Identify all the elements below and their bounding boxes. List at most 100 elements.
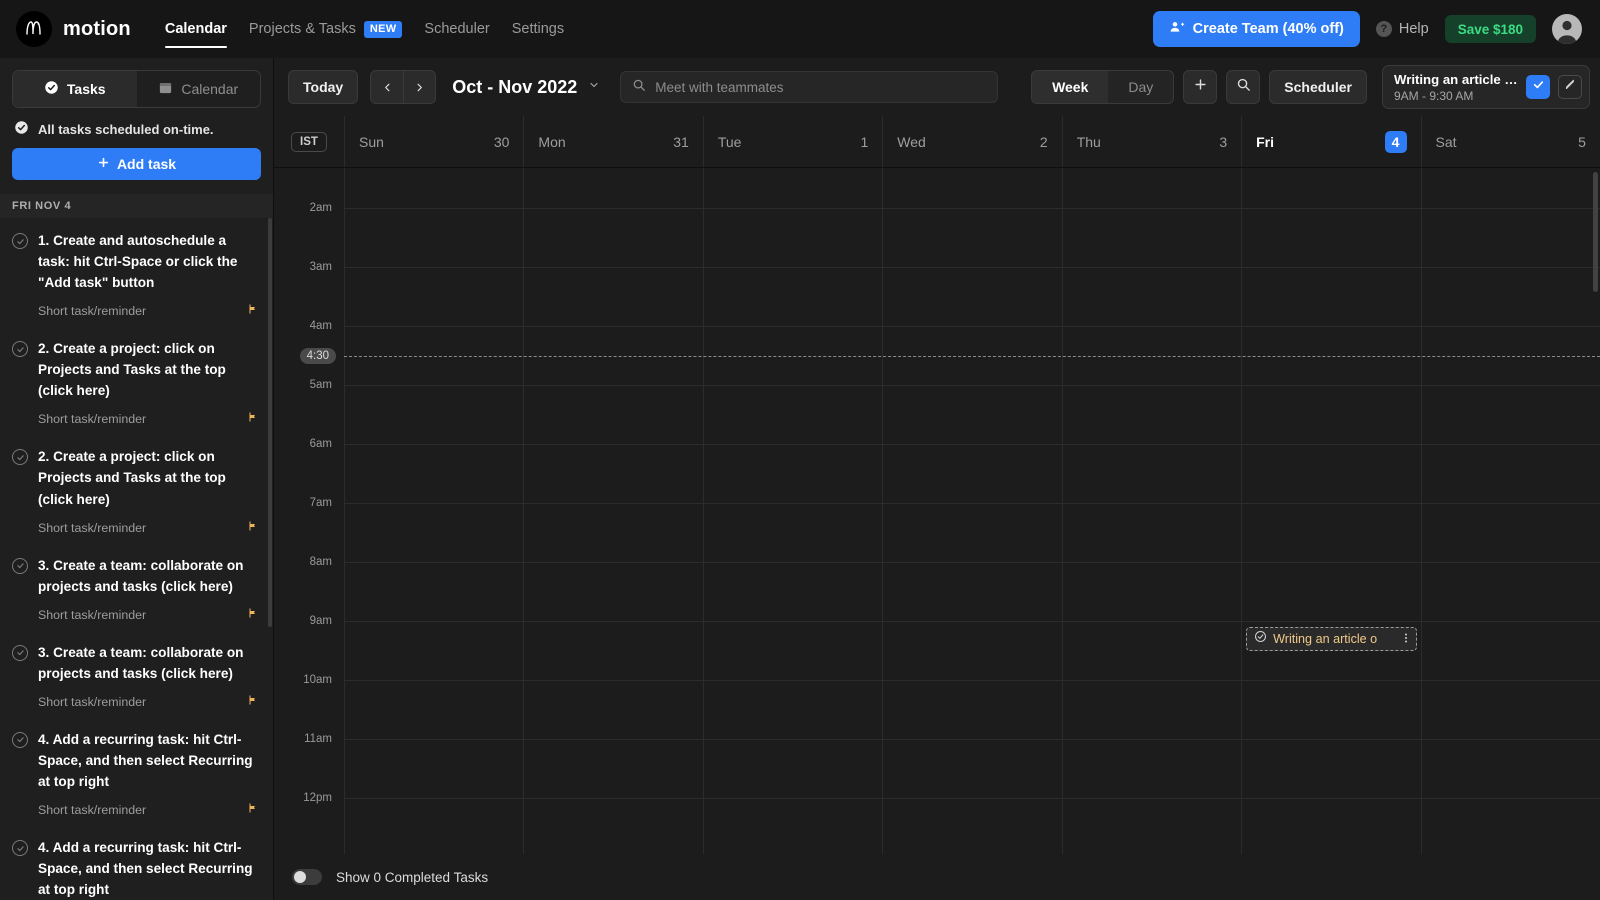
check-circle-icon[interactable] (1254, 630, 1267, 648)
chevron-right-icon[interactable] (403, 71, 435, 103)
kebab-menu-icon[interactable] (1400, 631, 1412, 647)
hour-gridline (345, 680, 524, 681)
day-column-sun[interactable] (344, 168, 524, 854)
hour-gridline (524, 798, 703, 799)
plus-icon (97, 156, 110, 172)
tasks-sidebar: Tasks Calendar All tasks scheduled on-ti… (0, 58, 274, 900)
complete-task-button[interactable] (1526, 75, 1550, 99)
hour-gridline (1062, 562, 1242, 563)
task-complete-checkbox[interactable] (12, 840, 28, 856)
nav-link-scheduler[interactable]: Scheduler (424, 0, 489, 58)
task-complete-checkbox[interactable] (12, 731, 28, 748)
active-task-card[interactable]: Writing an article o... 9AM - 9:30 AM (1382, 65, 1590, 109)
task-title: 4. Add a recurring task: hit Ctrl-Space,… (38, 840, 253, 898)
calendar-event[interactable]: Writing an article o (1246, 627, 1417, 651)
day-column-wed[interactable] (882, 168, 1062, 854)
calendar-search-button[interactable] (1226, 70, 1261, 104)
day-name: Thu (1076, 133, 1101, 150)
nav-link-calendar[interactable]: Calendar (164, 0, 227, 58)
view-day-button[interactable]: Day (1108, 71, 1173, 103)
sidebar-tab-tasks[interactable]: Tasks (13, 71, 137, 107)
scheduler-button[interactable]: Scheduler (1269, 70, 1367, 104)
today-button[interactable]: Today (288, 70, 359, 104)
hour-gridline (1242, 798, 1421, 799)
day-header-sun[interactable]: Sun 30 (344, 116, 523, 167)
sidebar-tab-calendar[interactable]: Calendar (137, 71, 261, 107)
task-list-item[interactable]: 2. Create a project: click on Projects a… (0, 434, 273, 542)
check-circle-filled-icon (14, 120, 29, 138)
calendar-scrollbar[interactable] (1593, 172, 1598, 292)
day-column-fri[interactable]: Writing an article o (1241, 168, 1421, 854)
timezone-pill[interactable]: IST (291, 131, 327, 152)
task-list-item[interactable]: 1. Create and autoschedule a task: hit C… (0, 218, 273, 326)
edit-task-button[interactable] (1558, 75, 1582, 99)
task-list-item[interactable]: 4. Add a recurring task: hit Ctrl-Space,… (0, 825, 273, 900)
user-avatar-icon[interactable] (1552, 14, 1582, 44)
hour-gridline (1242, 562, 1421, 563)
task-list-item[interactable]: 3. Create a team: collaborate on project… (0, 630, 273, 717)
search-input[interactable] (655, 79, 987, 95)
hour-gridline (1242, 444, 1421, 445)
calendar-grid[interactable]: Writing an article o (344, 168, 1600, 854)
view-week-button[interactable]: Week (1032, 71, 1109, 103)
task-title: 3. Create a team: collaborate on project… (38, 557, 244, 594)
hour-gridline (703, 739, 883, 740)
task-list-item[interactable]: 3. Create a team: collaborate on project… (0, 543, 273, 630)
hour-gridline (1062, 326, 1242, 327)
task-list-item[interactable]: 2. Create a project: click on Projects a… (0, 326, 273, 434)
day-header-thu[interactable]: Thu 3 (1061, 116, 1241, 167)
show-completed-toggle[interactable] (292, 869, 322, 885)
time-label: 3am (309, 261, 332, 273)
sidebar-scrollbar[interactable] (268, 218, 272, 628)
nav-item-projects-tasks[interactable]: Projects & Tasks NEW (249, 0, 403, 58)
search-box[interactable] (620, 71, 999, 103)
help-button[interactable]: ? Help (1375, 21, 1429, 37)
hour-gridline (703, 562, 883, 563)
day-header-wed[interactable]: Wed 2 (882, 116, 1061, 167)
day-header-tue[interactable]: Tue 1 (702, 116, 882, 167)
hour-gridline (883, 680, 1062, 681)
orange-flag-icon[interactable] (247, 801, 259, 819)
hour-gridline (1421, 326, 1600, 327)
day-header-mon[interactable]: Mon 31 (523, 116, 702, 167)
day-name: Sun (359, 133, 384, 150)
task-complete-checkbox[interactable] (12, 341, 28, 358)
task-complete-checkbox[interactable] (12, 233, 28, 249)
chevron-left-icon[interactable] (371, 71, 403, 103)
orange-flag-icon[interactable] (247, 606, 259, 624)
task-list-item[interactable]: 4. Add a recurring task: hit Ctrl-Space,… (0, 717, 273, 825)
orange-flag-icon[interactable] (247, 693, 259, 711)
task-complete-checkbox[interactable] (12, 449, 28, 466)
nav-link-projects-tasks[interactable]: Projects & Tasks (249, 0, 356, 58)
day-header-sat[interactable]: Sat 5 (1420, 116, 1600, 167)
orange-flag-icon[interactable] (247, 519, 259, 537)
calendar-icon (158, 80, 173, 98)
orange-flag-icon[interactable] (247, 410, 259, 428)
day-column-tue[interactable] (702, 168, 883, 854)
task-complete-checkbox[interactable] (12, 557, 28, 574)
new-badge: NEW (363, 20, 403, 38)
day-column-thu[interactable] (1061, 168, 1242, 854)
hour-gridline (883, 621, 1062, 622)
save-discount-button[interactable]: Save $180 (1444, 15, 1536, 43)
day-column-mon[interactable] (523, 168, 703, 854)
task-complete-checkbox[interactable] (12, 644, 28, 661)
date-range-selector[interactable]: Oct - Nov 2022 (452, 77, 600, 98)
orange-flag-icon[interactable] (247, 302, 259, 320)
create-team-button[interactable]: Create Team (40% off) (1152, 11, 1360, 47)
show-completed-label: Show 0 Completed Tasks (336, 869, 489, 885)
date-nav-group (370, 70, 437, 104)
nav-link-settings[interactable]: Settings (512, 0, 564, 58)
add-event-button[interactable] (1183, 70, 1218, 104)
day-header-fri[interactable]: Fri 4 (1241, 116, 1420, 167)
task-subtitle: Short task/reminder (38, 412, 147, 427)
day-name: Tue (717, 133, 742, 150)
day-number: 5 (1578, 133, 1586, 150)
day-column-sat[interactable] (1420, 168, 1600, 854)
hour-gridline (1062, 798, 1242, 799)
add-task-button[interactable]: Add task (12, 148, 261, 180)
search-icon (1236, 77, 1251, 97)
hour-gridline (524, 739, 703, 740)
hour-gridline (1421, 267, 1600, 268)
hour-gridline (703, 385, 883, 386)
